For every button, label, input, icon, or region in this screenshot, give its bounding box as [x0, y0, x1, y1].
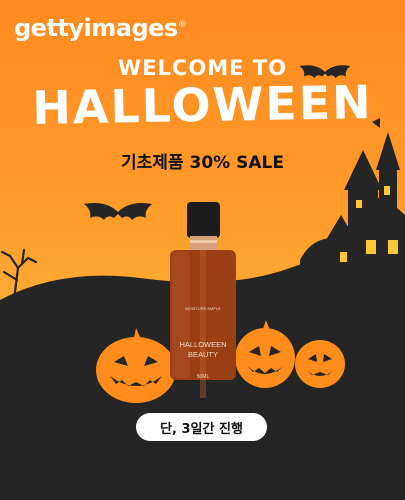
bottle-volume: 50ML	[196, 374, 210, 380]
gettyimages-logo: gettyimages®	[14, 14, 187, 42]
halloween-banner: gettyimages® WELCOME TO HALLOWEEN 기초제품 3…	[0, 0, 405, 500]
promo-period-button[interactable]: 단, 3일간 진행	[136, 413, 267, 441]
dropper-bottle-icon	[170, 202, 236, 398]
pumpkin-icon	[295, 340, 345, 388]
bottle-name-line2: BEAUTY	[187, 350, 218, 359]
sale-text: 기초제품 30% SALE	[121, 153, 284, 173]
tombstone-icon	[40, 302, 52, 318]
halloween-title: HALLOWEEN	[31, 75, 374, 135]
bottle-name-line1: HALLOWEEN	[179, 340, 227, 349]
bottle-small-label: MOISTURE AMPLE	[185, 306, 221, 311]
bat-icon	[84, 203, 152, 220]
